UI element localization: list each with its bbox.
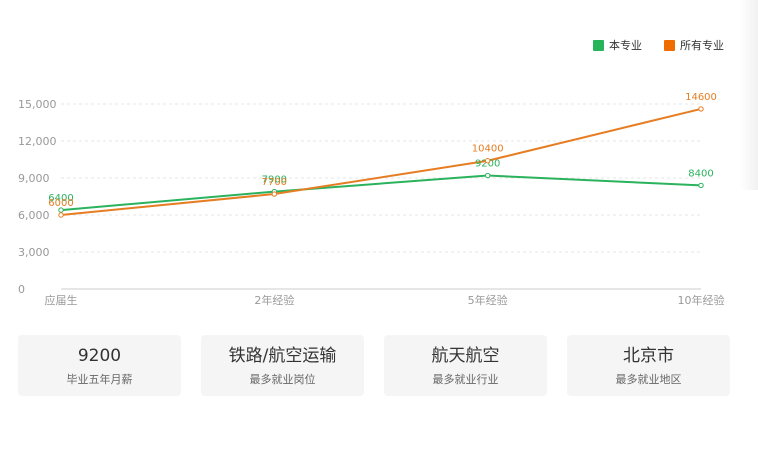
data-point	[484, 172, 491, 179]
y-tick-label: 15,000	[18, 98, 57, 111]
data-label: 8400	[688, 168, 713, 179]
data-point	[698, 182, 704, 189]
y-tick-label: 0	[18, 283, 25, 296]
data-label: 10400	[472, 144, 504, 155]
data-label: 6000	[48, 198, 73, 209]
card-region: 北京市 最多就业地区	[567, 335, 730, 396]
data-label: 14600	[685, 92, 717, 103]
card-industry: 航天航空 最多就业行业	[384, 335, 547, 396]
data-label: 7700	[262, 177, 287, 188]
card-position-value: 铁路/航空运输	[228, 346, 337, 366]
card-industry-label: 最多就业行业	[432, 373, 499, 386]
y-tick-label: 12,000	[18, 135, 57, 148]
card-position: 铁路/航空运输 最多就业岗位	[201, 335, 364, 396]
x-tick-label: 10年经验	[678, 293, 725, 307]
y-tick-label: 9,000	[18, 172, 50, 185]
card-salary-label: 毕业五年月薪	[66, 373, 133, 386]
y-tick-label: 6,000	[18, 209, 50, 222]
card-salary-value: 9200	[77, 346, 122, 366]
series-line-1	[60, 107, 702, 216]
data-point	[58, 212, 64, 218]
legend-label-major: 本专业	[609, 39, 642, 52]
legend-item-major[interactable]: 本专业	[593, 37, 642, 53]
chart-legend: 本专业 所有专业	[571, 37, 724, 53]
summary-cards: 9200 毕业五年月薪 铁路/航空运输 最多就业岗位 航天航空 最多就业行业 北…	[18, 335, 730, 396]
legend-item-all[interactable]: 所有专业	[664, 37, 724, 53]
x-tick-label: 2年经验	[254, 293, 294, 307]
card-salary: 9200 毕业五年月薪	[18, 335, 181, 396]
legend-label-all: 所有专业	[680, 39, 724, 52]
x-tick-label: 5年经验	[468, 293, 508, 307]
legend-swatch-major	[593, 39, 604, 51]
card-position-label: 最多就业岗位	[249, 373, 316, 386]
y-tick-label: 3,000	[18, 246, 50, 259]
legend-swatch-all	[664, 39, 675, 51]
data-point	[698, 106, 704, 112]
data-point	[271, 191, 278, 197]
card-region-label: 最多就业地区	[615, 373, 682, 386]
data-point	[484, 158, 491, 164]
card-region-value: 北京市	[623, 346, 674, 366]
x-tick-label: 应届生	[45, 293, 78, 307]
card-industry-value: 航天航空	[431, 346, 500, 366]
